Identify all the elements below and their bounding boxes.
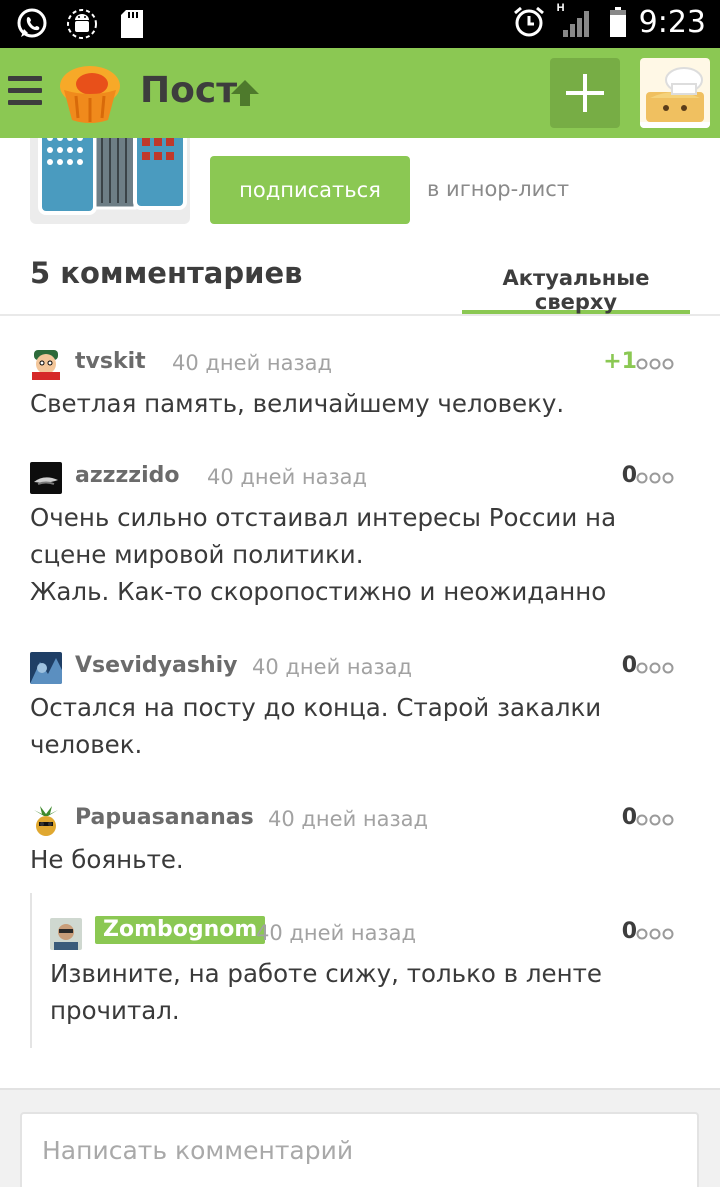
signal-icon: H xyxy=(556,2,597,40)
comment: Papuasananas 40 дней назад 0 Не бояньте. xyxy=(30,804,690,878)
comments-count: 5 комментариев xyxy=(30,256,303,290)
comment-text: Остался на посту до конца. Старой закалк… xyxy=(30,693,602,759)
page-title: Пост xyxy=(140,70,238,111)
status-time: 9:23 xyxy=(638,4,706,40)
more-options-icon[interactable] xyxy=(635,464,675,492)
more-options-icon[interactable] xyxy=(635,350,675,378)
status-bar: H 9:23 xyxy=(0,0,720,48)
plus-icon xyxy=(566,74,604,112)
alarm-icon xyxy=(511,4,547,40)
reply-thread-line xyxy=(30,893,32,1048)
ignore-list-link[interactable]: в игнор-лист xyxy=(427,177,569,201)
comment-time: 40 дней назад xyxy=(256,921,417,945)
photo-avatar-icon[interactable] xyxy=(50,918,82,950)
sort-tab-label: Актуальные сверху xyxy=(502,266,650,314)
comment-rating: +1 xyxy=(603,349,637,374)
cartoon-avatar-icon[interactable] xyxy=(30,348,62,380)
comment-username[interactable]: Papuasananas xyxy=(75,805,254,830)
app-bar: Пост xyxy=(0,48,720,138)
comment-text: Очень сильно отстаивал интересы России н… xyxy=(30,503,617,569)
pineapple-avatar-icon[interactable] xyxy=(30,804,62,836)
comment-time: 40 дней назад xyxy=(172,351,333,375)
comment-username[interactable]: Zombognom xyxy=(95,916,266,944)
blue-avatar-icon[interactable] xyxy=(30,652,62,684)
chef-avatar-icon[interactable] xyxy=(640,58,710,128)
comment-text: Светлая память, величайшему человеку. xyxy=(30,389,565,418)
menu-icon[interactable] xyxy=(8,76,42,108)
battery-icon xyxy=(607,4,629,40)
tab-sort-actual[interactable]: Актуальные сверху xyxy=(462,252,690,314)
comment-text: Извините, на работе сижу, только в ленте… xyxy=(50,959,602,1025)
comment-username[interactable]: Vsevidyashiy xyxy=(75,653,238,678)
more-options-icon[interactable] xyxy=(635,920,675,948)
comment-username[interactable]: tvskit xyxy=(75,349,146,374)
reply-comment: Zombognom 40 дней назад 0 Извините, на р… xyxy=(50,916,690,1029)
cupcake-logo-icon[interactable] xyxy=(56,62,124,124)
add-post-button[interactable] xyxy=(550,58,620,128)
author-image[interactable] xyxy=(30,138,190,224)
arrow-up-icon[interactable] xyxy=(229,78,261,108)
dark-avatar-icon[interactable] xyxy=(30,462,62,494)
comment-input[interactable]: Написать комментарий xyxy=(20,1112,699,1187)
comment: tvskit 40 дней назад +1 Светлая память, … xyxy=(30,348,690,422)
comment-text: Не бояньте. xyxy=(30,845,184,874)
android-debug-icon xyxy=(64,6,100,42)
comment-footer: Написать комментарий xyxy=(0,1088,720,1187)
comment: azzzzido 40 дней назад 0 Очень сильно от… xyxy=(30,462,690,610)
whatsapp-icon xyxy=(14,6,50,42)
more-options-icon[interactable] xyxy=(635,654,675,682)
comment-username[interactable]: azzzzido xyxy=(75,463,179,488)
comment-time: 40 дней назад xyxy=(207,465,368,489)
subscribe-button[interactable]: подписаться xyxy=(210,156,410,224)
more-options-icon[interactable] xyxy=(635,806,675,834)
comment: Vsevidyashiy 40 дней назад 0 Остался на … xyxy=(30,652,690,763)
sd-card-icon xyxy=(114,6,150,42)
comment-text: Жаль. Как-то скоропостижно и неожиданно xyxy=(30,577,607,606)
network-type-label: H xyxy=(556,2,565,14)
comment-time: 40 дней назад xyxy=(268,807,429,831)
comment-time: 40 дней назад xyxy=(252,655,413,679)
divider xyxy=(0,314,720,316)
